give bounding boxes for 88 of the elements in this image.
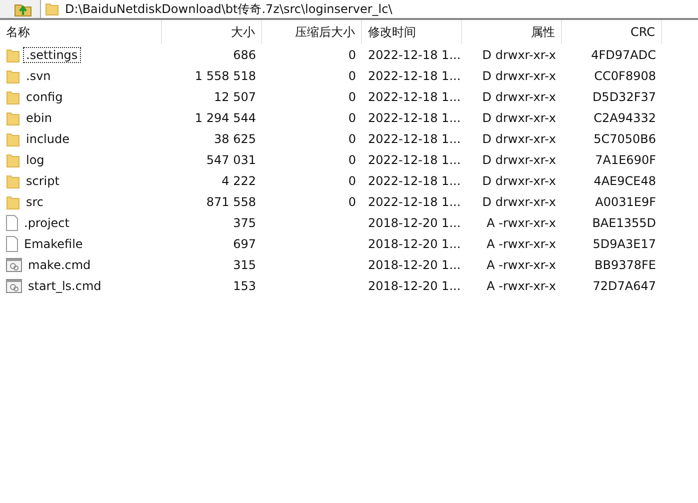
column-header[interactable]: 修改时间 [362, 20, 462, 44]
file-name[interactable]: include [23, 130, 72, 146]
column-header[interactable]: 压缩后大小 [262, 20, 362, 44]
file-name[interactable]: config [23, 88, 66, 104]
attributes-text: D drwxr-xr-x [482, 90, 556, 104]
crc-text: 4AE9CE48 [594, 174, 656, 188]
crc-text: D5D32F37 [592, 90, 656, 104]
date-text: 2018-12-20 1... [368, 258, 461, 272]
attributes-text: A -rwxr-xr-x [486, 258, 556, 272]
date-text: 2022-12-18 1... [368, 152, 461, 166]
crc-text: 5C7050B6 [594, 132, 656, 146]
attributes-text: A -rwxr-xr-x [486, 278, 556, 292]
folder-icon [6, 194, 20, 210]
size-text: 0 [348, 174, 356, 188]
size-text: 0 [348, 48, 356, 62]
date-text: 2018-12-20 1... [368, 236, 461, 250]
folder-icon [6, 88, 20, 104]
size-text: 686 [233, 48, 256, 62]
script-file-icon [6, 278, 22, 292]
file-name[interactable]: .settings [23, 46, 81, 62]
size-text: 0 [348, 110, 356, 124]
size-text: 1 558 518 [194, 68, 256, 82]
size-text: 0 [348, 68, 356, 82]
date-text: 2022-12-18 1... [368, 132, 461, 146]
crc-text: A0031E9F [595, 194, 656, 208]
size-text: 12 507 [214, 90, 256, 104]
file-name[interactable]: make.cmd [25, 256, 94, 272]
folder-icon [6, 46, 20, 62]
file-icon [6, 236, 18, 252]
size-text: 547 031 [206, 152, 256, 166]
file-name[interactable]: script [23, 172, 62, 188]
size-text: 0 [348, 152, 356, 166]
file-name[interactable]: .project [21, 214, 72, 230]
attributes-text: A -rwxr-xr-x [486, 216, 556, 230]
crc-text: C2A94332 [594, 110, 656, 124]
size-text: 153 [233, 278, 256, 292]
date-text: 2022-12-18 1... [368, 90, 461, 104]
attributes-text: A -rwxr-xr-x [486, 236, 556, 250]
crc-text: 5D9A3E17 [592, 236, 656, 250]
file-name[interactable]: .svn [23, 68, 54, 84]
size-text: 1 294 544 [194, 110, 256, 124]
folder-icon [6, 172, 20, 188]
column-header[interactable]: 大小 [162, 20, 262, 44]
attributes-text: D drwxr-xr-x [482, 110, 556, 124]
folder-icon [6, 130, 20, 146]
size-text: 0 [348, 194, 356, 208]
attributes-text: D drwxr-xr-x [482, 194, 556, 208]
crc-text: CC0F8908 [594, 68, 656, 82]
file-name[interactable]: src [23, 194, 47, 210]
script-file-icon [6, 258, 22, 272]
crc-text: 7A1E690F [595, 152, 656, 166]
size-text: 4 222 [222, 174, 256, 188]
file-name[interactable]: ebin [23, 110, 55, 126]
column-header[interactable]: 属性 [462, 20, 562, 44]
file-name[interactable]: start_ls.cmd [25, 278, 104, 294]
date-text: 2018-12-20 1... [368, 278, 461, 292]
crc-text: BAE1355D [592, 216, 656, 230]
size-text: 697 [233, 236, 256, 250]
date-text: 2022-12-18 1... [368, 174, 461, 188]
file-icon [6, 214, 18, 230]
date-text: 2022-12-18 1... [368, 194, 461, 208]
size-text: 0 [348, 132, 356, 146]
folder-icon [45, 2, 59, 16]
size-text: 315 [233, 258, 256, 272]
date-text: 2022-12-18 1... [368, 48, 461, 62]
column-header[interactable]: CRC [562, 20, 662, 44]
folder-icon [6, 152, 20, 168]
size-text: 0 [348, 90, 356, 104]
folder-icon [6, 110, 20, 126]
crc-text: BB9378FE [594, 258, 656, 272]
crc-text: 4FD97ADC [591, 48, 656, 62]
attributes-text: D drwxr-xr-x [482, 174, 556, 188]
crc-text: 72D7A647 [592, 278, 656, 292]
date-text: 2022-12-18 1... [368, 68, 461, 82]
folder-icon [6, 68, 20, 84]
size-text: 871 558 [206, 194, 256, 208]
date-text: 2018-12-20 1... [368, 216, 461, 230]
address-field[interactable]: D:\BaiduNetdiskDownload\bt传奇.7z\src\loginserver_lc\ [40, 0, 698, 18]
attributes-text: D drwxr-xr-x [482, 152, 556, 166]
column-header[interactable]: 名称 [0, 20, 162, 44]
attributes-text: D drwxr-xr-x [482, 68, 556, 82]
date-text: 2022-12-18 1... [368, 110, 461, 124]
size-text: 375 [233, 216, 256, 230]
attributes-text: D drwxr-xr-x [482, 132, 556, 146]
file-name[interactable]: log [23, 152, 48, 168]
size-text: 38 625 [214, 132, 256, 146]
attributes-text: D drwxr-xr-x [482, 48, 556, 62]
file-name[interactable]: Emakefile [21, 236, 86, 252]
